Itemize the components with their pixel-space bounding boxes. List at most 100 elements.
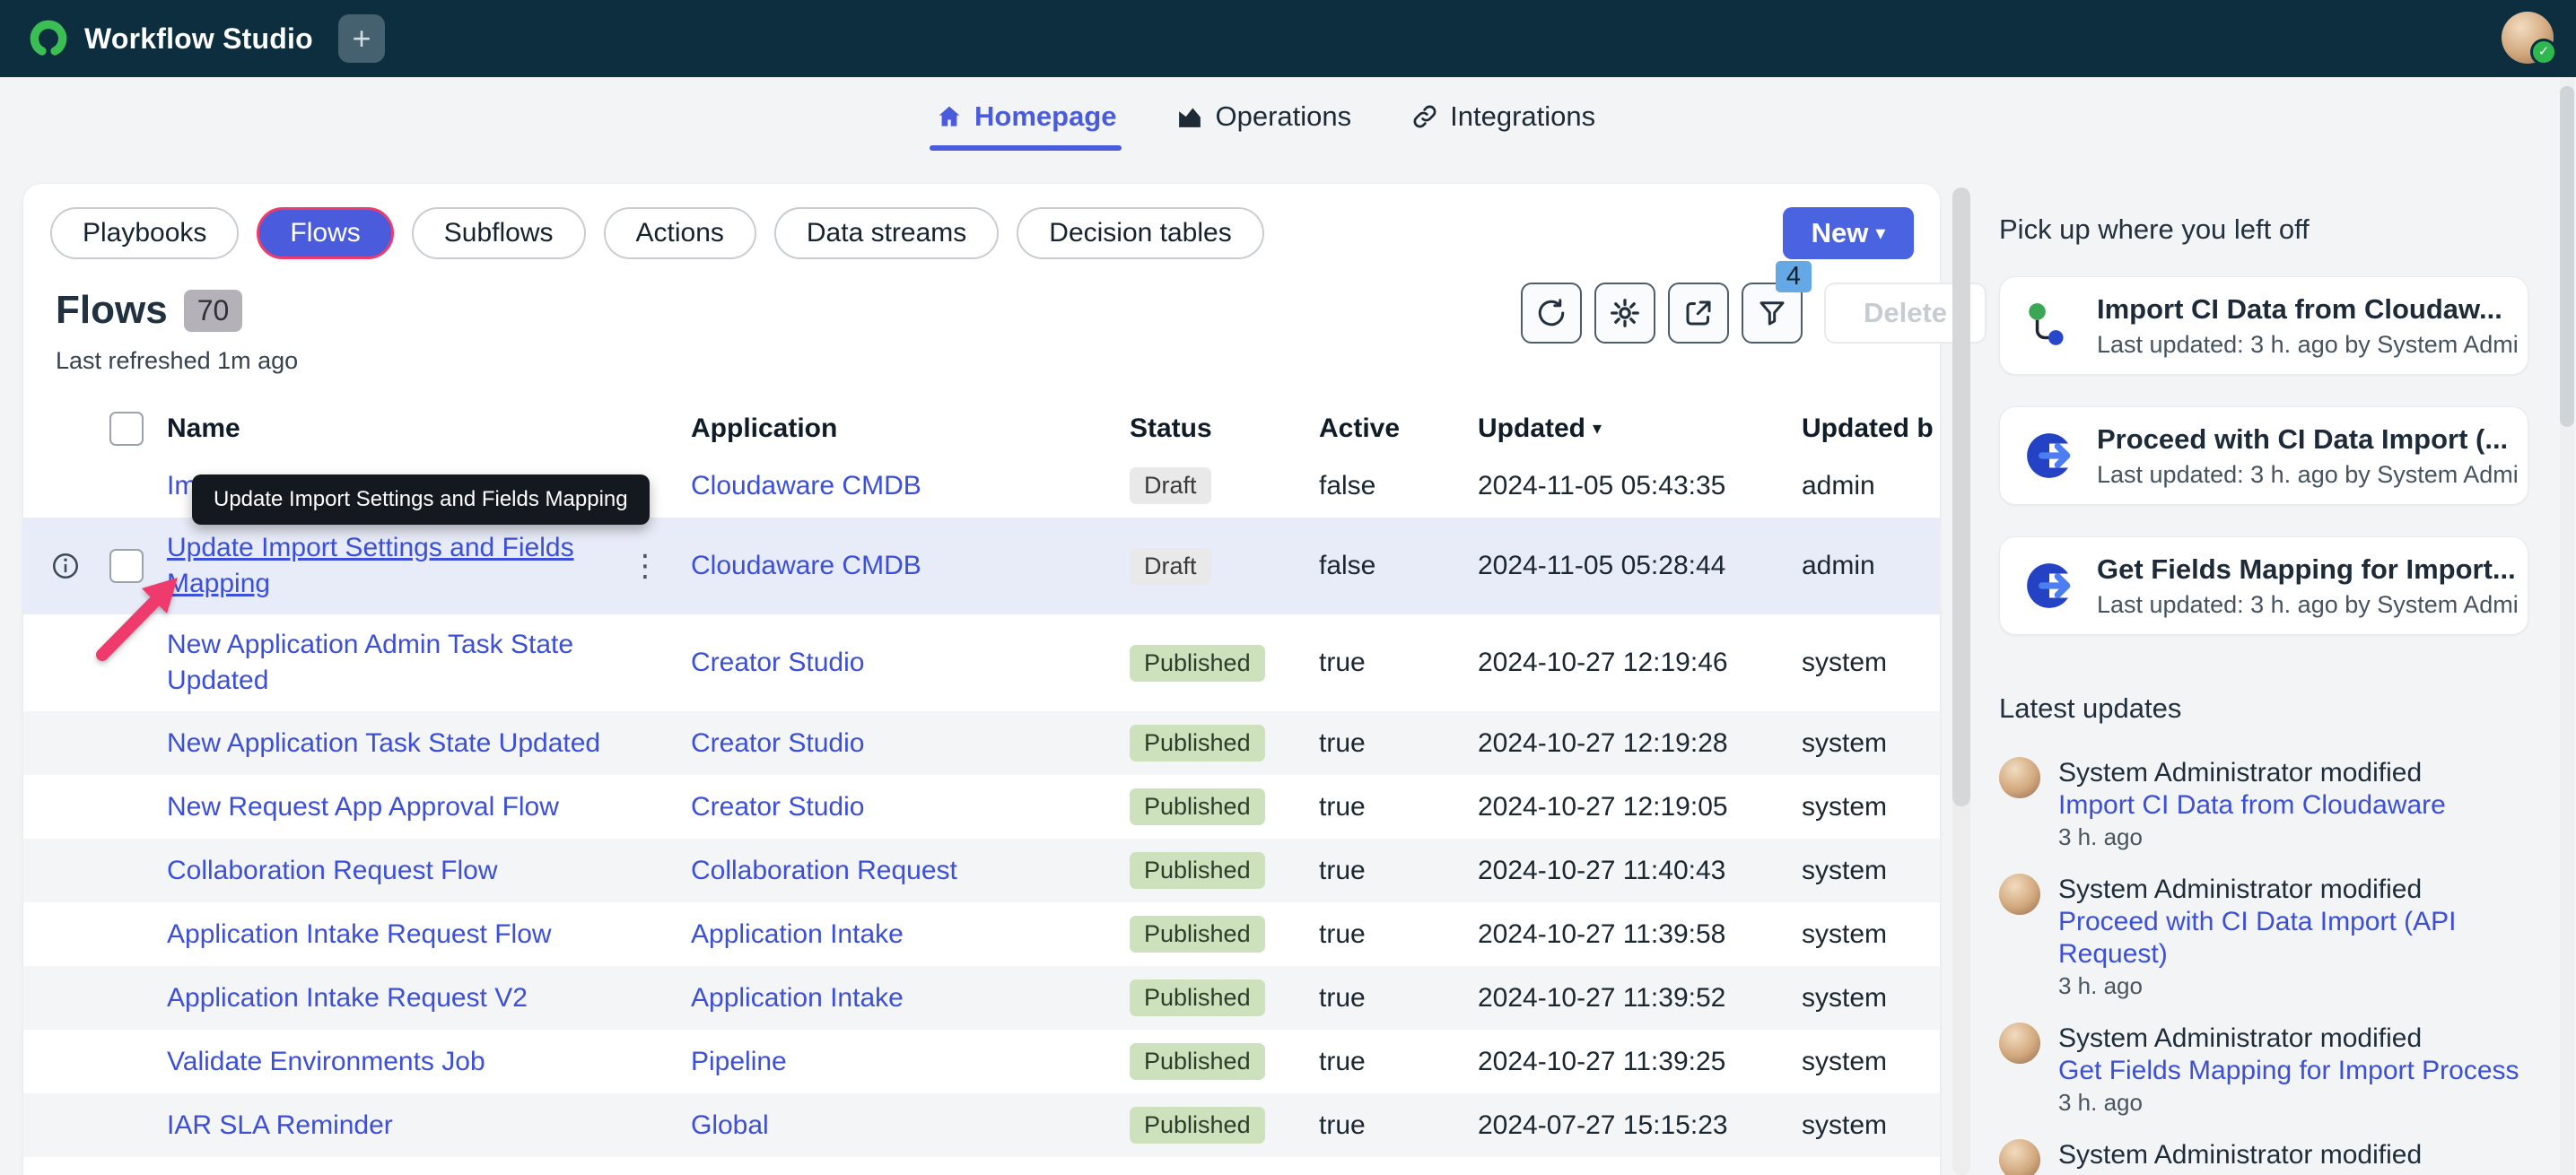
- flow-name-link[interactable]: Collaboration Request Flow: [167, 856, 498, 885]
- pill-playbooks[interactable]: Playbooks: [50, 207, 240, 259]
- flow-name-link[interactable]: Validate Environments Job: [167, 1047, 485, 1076]
- status-badge: Published: [1130, 1043, 1265, 1080]
- active-value: true: [1319, 1046, 1366, 1076]
- pill-data-streams[interactable]: Data streams: [773, 207, 1000, 259]
- application-link[interactable]: Application Intake: [691, 919, 904, 949]
- status-badge: Draft: [1130, 547, 1211, 585]
- tab-homepage[interactable]: Homepage: [929, 100, 1122, 151]
- pill-decision-tables[interactable]: Decision tables: [1017, 207, 1264, 259]
- flow-name-link[interactable]: Update Import Settings and Fields Mappin…: [167, 533, 574, 598]
- table-row[interactable]: Application Intake Request Flow ⋮ Applic…: [23, 902, 1940, 966]
- list-toolbar: 4 Delete: [1521, 261, 1987, 344]
- user-avatar[interactable]: ✓: [2502, 12, 2557, 65]
- flow-name-link[interactable]: New Application Admin Task State Updated: [167, 630, 573, 695]
- updated-by-value: system: [1802, 727, 1888, 758]
- table-row[interactable]: New Request App Approval Flow ⋮ Creator …: [23, 775, 1940, 839]
- table-row[interactable]: Update Import Settings and Fields Mappin…: [23, 518, 1940, 614]
- tab-integrations[interactable]: Integrations: [1410, 100, 1595, 151]
- page-title: Flows: [56, 288, 168, 332]
- refresh-icon: [1538, 299, 1565, 326]
- application-link[interactable]: Collaboration Request: [691, 856, 957, 885]
- pickup-card[interactable]: Import CI Data from Cloudaw... Last upda…: [1999, 276, 2528, 375]
- table-header-row: Name Application Status Active Updated ▾ …: [23, 404, 1940, 454]
- table-row[interactable]: Application Intake Request V2 ⋮ Applicat…: [23, 966, 1940, 1030]
- table-row[interactable]: IAR SLA Reminder ⋮ Global Published true…: [23, 1093, 1940, 1157]
- pickup-card[interactable]: Get Fields Mapping for Import... Last up…: [1999, 536, 2528, 635]
- table-row[interactable]: New Application Task State Updated ⋮ Cre…: [23, 711, 1940, 775]
- new-button[interactable]: New ▾: [1783, 207, 1914, 259]
- count-badge: 70: [183, 289, 243, 332]
- new-button-label: New: [1811, 217, 1869, 248]
- new-tab-button[interactable]: +: [338, 14, 385, 63]
- pill-flows[interactable]: Flows: [257, 207, 394, 259]
- update-link[interactable]: Proceed with CI Data Import (API Request…: [2058, 906, 2528, 970]
- application-link[interactable]: Cloudaware CMDB: [691, 471, 921, 500]
- right-sidebar: Pick up where you left off Import CI Dat…: [1999, 213, 2528, 1175]
- update-link[interactable]: Get Import Settings: [2058, 1171, 2422, 1175]
- table-row[interactable]: New Application Admin Task State Updated…: [23, 614, 1940, 711]
- updated-value: 2024-11-05 05:28:44: [1478, 551, 1726, 580]
- updated-value: 2024-10-27 11:39:25: [1478, 1046, 1726, 1076]
- pill-label: Flows: [290, 218, 361, 248]
- update-link[interactable]: Import CI Data from Cloudaware: [2058, 789, 2446, 822]
- list-scrollbar-thumb[interactable]: [1952, 187, 1970, 806]
- page-scrollbar-thumb[interactable]: [2560, 86, 2574, 427]
- table-row[interactable]: Collaboration Request Flow ⋮ Collaborati…: [23, 839, 1940, 902]
- tab-operations[interactable]: Operations: [1175, 100, 1351, 151]
- application-link[interactable]: Application Intake: [691, 983, 904, 1013]
- pickup-card[interactable]: Proceed with CI Data Import (... Last up…: [1999, 406, 2528, 505]
- column-header-name[interactable]: Name: [167, 413, 691, 444]
- flow-name-link[interactable]: New Request App Approval Flow: [167, 792, 559, 822]
- row-kebab-menu[interactable]: ⋮: [630, 551, 660, 581]
- application-link[interactable]: Pipeline: [691, 1047, 787, 1076]
- column-header-active[interactable]: Active: [1319, 413, 1478, 444]
- application-link[interactable]: Cloudaware CMDB: [691, 551, 921, 580]
- column-header-updated-by[interactable]: Updated b: [1802, 413, 1940, 444]
- status-badge: Published: [1130, 916, 1265, 953]
- list-scrollbar-track[interactable]: [1952, 187, 1970, 1175]
- pickup-heading: Pick up where you left off: [1999, 213, 2310, 245]
- page-scrollbar-track[interactable]: [2560, 77, 2574, 1175]
- select-all-checkbox[interactable]: [109, 412, 144, 446]
- flow-name-link[interactable]: IAR SLA Reminder: [167, 1110, 393, 1140]
- update-actor: System Administrator modified: [2058, 1140, 2423, 1170]
- gear-icon: [1611, 299, 1639, 327]
- update-link[interactable]: Get Fields Mapping for Import Process: [2058, 1055, 2519, 1087]
- sort-caret-icon: ▾: [1593, 419, 1602, 439]
- settings-button[interactable]: [1594, 283, 1655, 344]
- application-link[interactable]: Creator Studio: [691, 792, 864, 822]
- card-subtitle: Last updated: 3 h. ago by System Adminis…: [2097, 330, 2519, 358]
- info-icon[interactable]: [50, 551, 81, 581]
- updated-value: 2024-10-27 11:39:52: [1478, 982, 1726, 1013]
- flow-name-link[interactable]: Application Intake Request V2: [167, 983, 528, 1013]
- application-link[interactable]: Creator Studio: [691, 648, 864, 677]
- update-avatar: [1999, 1139, 2040, 1175]
- filter-count-badge: 4: [1775, 261, 1812, 292]
- update-time: 3 h. ago: [2058, 1089, 2143, 1116]
- update-item: System Administrator modified Proceed wi…: [1999, 874, 2528, 999]
- update-actor: System Administrator modified: [2058, 758, 2423, 788]
- chevron-down-icon: ▾: [1875, 222, 1886, 244]
- update-avatar: [1999, 1023, 2040, 1064]
- application-link[interactable]: Global: [691, 1110, 769, 1140]
- entity-filter-pills: Playbooks Flows Subflows Actions Data stream…: [50, 207, 1264, 259]
- pill-subflows[interactable]: Subflows: [411, 207, 586, 259]
- updated-value: 2024-11-05 05:43:35: [1478, 470, 1726, 500]
- filter-button[interactable]: 4: [1742, 261, 1812, 344]
- workflow-studio-page: Workflow Studio + ✓ Homepage Operations …: [0, 0, 2576, 1175]
- flow-name-link[interactable]: Application Intake Request Flow: [167, 919, 552, 949]
- export-button[interactable]: [1668, 283, 1729, 344]
- updated-by-value: system: [1802, 1046, 1888, 1076]
- pill-actions[interactable]: Actions: [603, 207, 756, 259]
- flow-name-link[interactable]: New Application Task State Updated: [167, 728, 600, 758]
- update-item: System Administrator modified Get Import…: [1999, 1139, 2528, 1175]
- table-row[interactable]: Validate Environments Job ⋮ Pipeline Pub…: [23, 1030, 1940, 1093]
- column-header-application[interactable]: Application: [691, 413, 1130, 444]
- active-value: false: [1319, 551, 1376, 580]
- column-header-updated[interactable]: Updated ▾: [1478, 413, 1802, 444]
- active-value: false: [1319, 470, 1376, 500]
- column-header-status[interactable]: Status: [1130, 413, 1319, 444]
- refresh-button[interactable]: [1521, 283, 1582, 344]
- application-link[interactable]: Creator Studio: [691, 728, 864, 758]
- tab-label: Homepage: [974, 100, 1117, 132]
